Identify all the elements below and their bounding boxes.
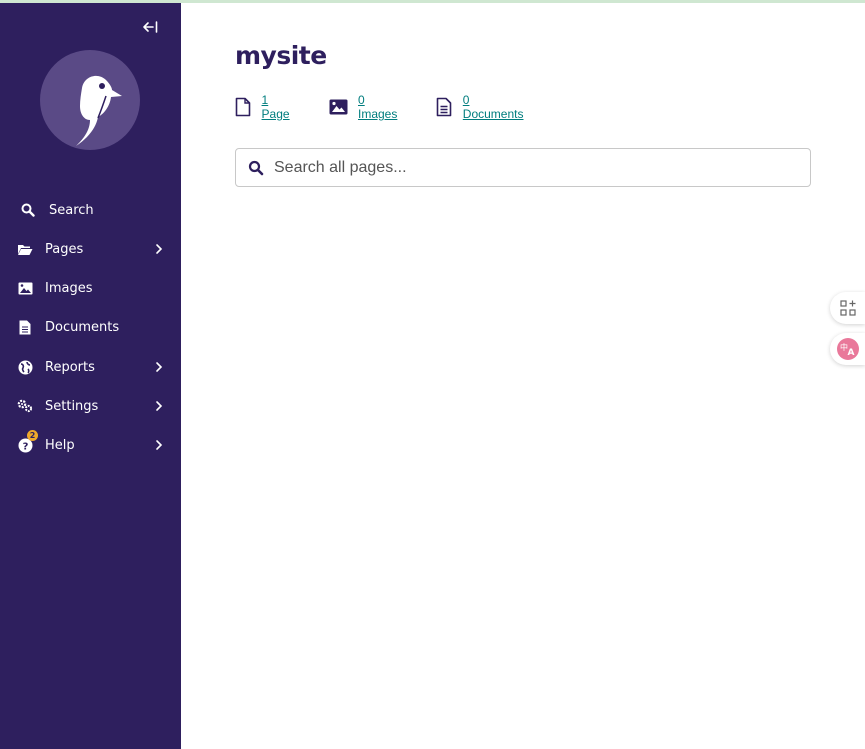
svg-text:?: ? (22, 441, 28, 452)
document-icon (435, 96, 453, 118)
stat-images[interactable]: 0 Images (329, 93, 398, 121)
nav-item-search[interactable]: Search (0, 193, 181, 227)
search-icon (248, 160, 264, 176)
document-icon (17, 319, 33, 335)
image-icon (329, 96, 348, 118)
nav-label: Pages (45, 241, 84, 257)
page-icon (235, 96, 252, 118)
nav-item-images[interactable]: Images (0, 271, 181, 305)
collapse-sidebar-button[interactable] (142, 19, 160, 35)
nav-item-settings[interactable]: Settings (0, 389, 181, 423)
help-icon: ? 2 (17, 430, 38, 453)
stat-pages[interactable]: 1 Page (235, 93, 293, 121)
search-box[interactable] (235, 148, 811, 187)
search-icon (20, 202, 36, 218)
wagtail-logo[interactable] (40, 50, 140, 150)
nav-label: Settings (45, 398, 99, 414)
bird-logo-icon (40, 50, 140, 150)
main-content: mysite 1 Page 0 Images 0 Documents (181, 3, 865, 749)
translate-button[interactable]: 中 A (830, 333, 865, 365)
nav-label: Documents (45, 319, 120, 335)
chevron-right-icon (156, 244, 163, 254)
apps-add-button[interactable] (830, 292, 865, 324)
nav-label: Reports (45, 359, 95, 375)
nav-item-pages[interactable]: Pages (0, 232, 181, 266)
page-title: mysite (235, 41, 327, 70)
globe-icon (17, 359, 33, 375)
folder-open-icon (17, 241, 33, 257)
chevron-right-icon (156, 440, 163, 450)
nav-item-help[interactable]: ? 2 Help (0, 428, 181, 462)
nav-item-reports[interactable]: Reports (0, 350, 181, 384)
chevron-right-icon (156, 362, 163, 372)
nav-item-documents[interactable]: Documents (0, 310, 181, 344)
image-icon (17, 280, 33, 296)
stat-documents[interactable]: 0 Documents (435, 93, 526, 121)
svg-text:A: A (847, 348, 854, 358)
stat-label[interactable]: 1 Page (262, 93, 293, 121)
nav-label: Search (49, 202, 94, 218)
sidebar: Search Pages Images Documents Reports Se… (0, 3, 181, 749)
stat-label[interactable]: 0 Documents (463, 93, 526, 121)
translate-icon: 中 A (836, 338, 859, 360)
notification-badge: 2 (27, 430, 38, 441)
nav-label: Images (45, 280, 93, 296)
apps-add-icon (839, 300, 856, 316)
cogs-icon (17, 398, 33, 414)
nav-label: Help (45, 437, 75, 453)
stat-label[interactable]: 0 Images (358, 93, 398, 121)
chevron-right-icon (156, 401, 163, 411)
search-input[interactable] (274, 155, 794, 181)
collapse-arrow-icon (143, 21, 158, 33)
